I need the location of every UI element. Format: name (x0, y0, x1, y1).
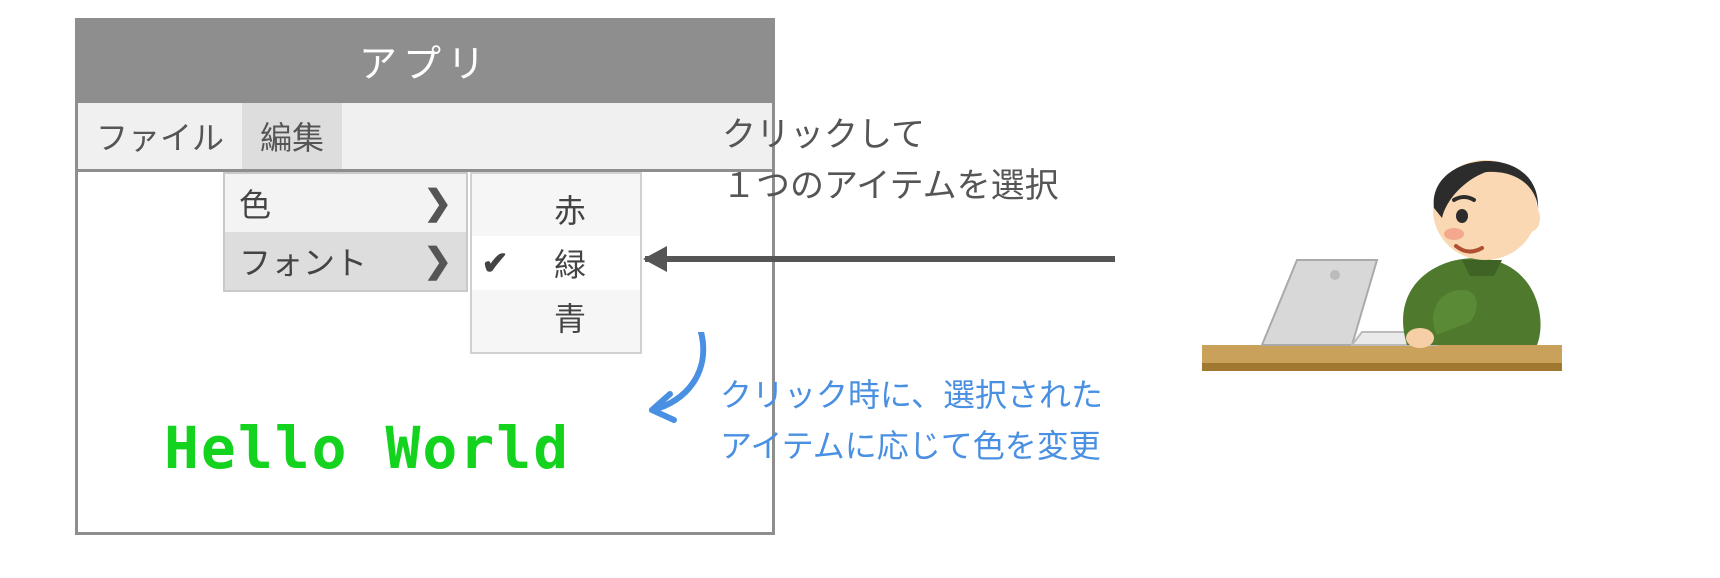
arrow-icon (645, 256, 1115, 262)
window-titlebar: アプリ (78, 21, 772, 103)
check-icon: ✔ (480, 244, 510, 282)
annotation-effect: クリック時に、選択された アイテムに応じて色を変更 (720, 370, 1103, 472)
menu-file[interactable]: ファイル (78, 103, 242, 169)
annotation-click: クリックして １つのアイテムを選択 (722, 110, 1059, 212)
annotation-effect-line1: クリック時に、選択された (720, 370, 1103, 421)
menu-item-font-label: フォント (239, 238, 367, 284)
chevron-right-icon: ❯ (424, 241, 453, 281)
color-option-blue-label: 青 (510, 294, 630, 340)
menu-item-font[interactable]: フォント ❯ (225, 232, 466, 290)
content-text: Hello World (164, 414, 570, 482)
window-title: アプリ (359, 44, 491, 86)
annotation-click-line1: クリックして (722, 110, 1059, 161)
menu-item-color-label: 色 (239, 180, 271, 226)
person-at-laptop-icon (1202, 100, 1562, 400)
color-option-red-label: 赤 (510, 186, 630, 232)
color-option-blue[interactable]: 青 (472, 290, 640, 344)
menu-item-color[interactable]: 色 ❯ (225, 174, 466, 232)
annotation-click-line2: １つのアイテムを選択 (722, 161, 1059, 212)
annotation-effect-line2: アイテムに応じて色を変更 (720, 421, 1103, 472)
app-window: アプリ ファイル 編集 色 ❯ フォント ❯ 赤 ✔ 緑 (75, 18, 775, 535)
curved-arrow-icon (646, 332, 726, 432)
menubar: ファイル 編集 (78, 103, 772, 172)
edit-dropdown: 色 ❯ フォント ❯ (223, 172, 468, 292)
chevron-right-icon: ❯ (424, 183, 453, 223)
menu-edit[interactable]: 編集 (242, 103, 342, 169)
color-option-green[interactable]: ✔ 緑 (472, 236, 640, 290)
color-option-red[interactable]: 赤 (472, 182, 640, 236)
color-submenu: 赤 ✔ 緑 青 (470, 172, 642, 354)
color-option-green-label: 緑 (510, 240, 630, 286)
